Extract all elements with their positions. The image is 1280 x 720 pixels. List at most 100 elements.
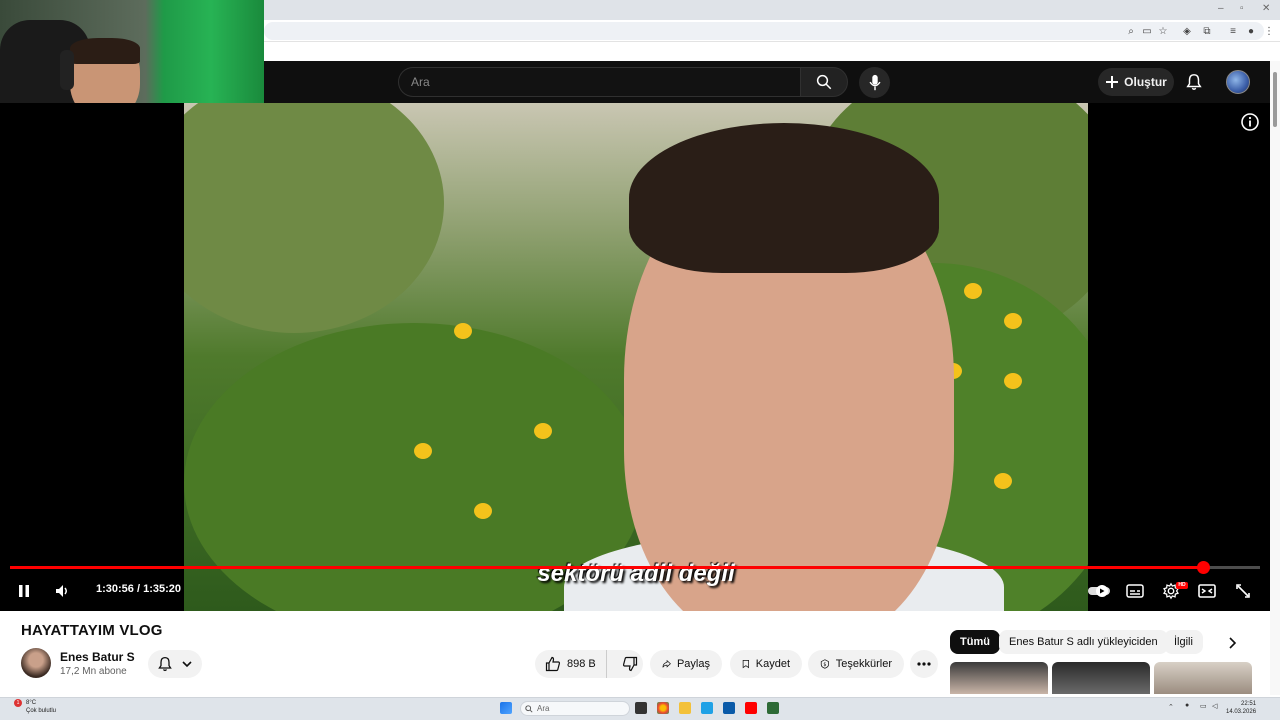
subtitles-button[interactable] <box>1123 580 1147 602</box>
theater-icon <box>1198 584 1216 598</box>
start-button-icon[interactable] <box>500 702 512 714</box>
chip-all[interactable]: Tümü <box>950 630 1000 654</box>
time-display: 1:30:56 / 1:35:20 <box>96 583 181 595</box>
file-explorer-icon[interactable] <box>679 702 691 714</box>
edge-icon[interactable] <box>701 702 713 714</box>
autoplay-toggle-icon <box>1088 585 1110 597</box>
svg-text:$: $ <box>823 662 826 668</box>
progress-played <box>10 566 1203 569</box>
network-icon[interactable]: ▭ <box>1200 702 1207 710</box>
pause-icon <box>19 585 29 597</box>
thumbs-down-icon <box>622 656 637 672</box>
scrollbar-thumb[interactable] <box>1273 72 1277 127</box>
yellow-flower <box>414 443 432 459</box>
system-clock[interactable]: 22:51 14.03.2026 <box>1226 700 1256 716</box>
mute-button[interactable] <box>50 580 74 602</box>
search-box <box>398 67 800 97</box>
more-actions-button[interactable] <box>910 650 938 678</box>
microphone-icon <box>868 74 881 90</box>
thumbs-up-icon <box>545 656 561 672</box>
task-view-icon[interactable] <box>635 702 647 714</box>
dislike-button[interactable] <box>613 650 638 678</box>
fullscreen-button[interactable] <box>1231 580 1255 602</box>
cast-icon[interactable]: ▭ <box>1140 25 1154 39</box>
page-scrollbar[interactable] <box>1270 61 1280 695</box>
share-button[interactable]: Paylaş <box>650 650 722 678</box>
related-video-thumbnail[interactable] <box>1154 662 1252 694</box>
thanks-label: Teşekkürler <box>835 658 892 670</box>
weather-widget[interactable]: 8°C Çok bulutlu <box>4 699 56 715</box>
search-button[interactable] <box>800 67 848 97</box>
yellow-flower <box>994 473 1012 489</box>
chip-related[interactable]: İlgili <box>1164 630 1203 654</box>
theater-mode-button[interactable] <box>1195 580 1219 602</box>
account-avatar[interactable] <box>1226 70 1250 94</box>
chips-next-button[interactable] <box>1222 633 1242 653</box>
taskbar-search[interactable]: Ara <box>520 701 630 716</box>
weather-description: Çok bulutlu <box>26 708 57 714</box>
extension-icon[interactable]: ◈ <box>1180 25 1194 39</box>
search-input[interactable] <box>399 68 800 96</box>
close-window-button[interactable]: ✕ <box>1262 3 1270 14</box>
info-icon[interactable] <box>1240 112 1260 132</box>
chevron-right-icon <box>1229 637 1237 649</box>
hd-badge: HD <box>1176 582 1188 589</box>
taskbar-search-label: Ara <box>537 704 550 713</box>
yellow-flower <box>1004 313 1022 329</box>
minimize-button[interactable]: – <box>1218 3 1224 14</box>
chrome-icon[interactable] <box>657 702 669 714</box>
tray-chevron-icon[interactable]: ⌃ <box>1168 703 1174 711</box>
tree-foliage <box>184 103 444 333</box>
channel-avatar[interactable] <box>21 648 51 678</box>
related-video-thumbnail[interactable] <box>950 662 1048 694</box>
video-title: HAYATTAYIM VLOG <box>21 622 163 639</box>
volume-tray-icon[interactable]: ◁ <box>1212 702 1217 710</box>
zoom-icon[interactable]: ⌕ <box>1124 25 1138 39</box>
profile-icon[interactable]: ● <box>1244 25 1258 39</box>
bookmark-icon <box>742 660 750 669</box>
video-frame[interactable] <box>184 103 1088 611</box>
related-video-thumbnail[interactable] <box>1052 662 1150 694</box>
channel-name[interactable]: Enes Batur S <box>60 650 135 664</box>
headset <box>60 50 74 90</box>
puzzle-extensions-icon[interactable]: ⧉ <box>1200 25 1214 39</box>
captions-icon <box>1126 584 1144 598</box>
yellow-flower <box>534 423 552 439</box>
address-bar[interactable] <box>264 22 1264 40</box>
subscriber-count: 17,2 Mn abone <box>60 666 127 677</box>
pause-button[interactable] <box>12 580 36 602</box>
app-icon[interactable] <box>767 702 779 714</box>
chip-from-uploader[interactable]: Enes Batur S adlı yükleyiciden <box>999 630 1168 654</box>
plus-icon <box>1106 76 1119 88</box>
bookmark-star-icon[interactable]: ☆ <box>1156 25 1170 39</box>
like-button[interactable]: 898 B <box>535 650 607 678</box>
like-dislike-group: 898 B <box>535 650 643 678</box>
clock-date: 14.03.2026 <box>1226 709 1257 715</box>
like-count: 898 B <box>567 658 596 670</box>
create-label: Oluştur <box>1124 75 1167 89</box>
subscription-notifications-button[interactable] <box>148 650 202 678</box>
save-button[interactable]: Kaydet <box>730 650 802 678</box>
bell-icon <box>158 656 172 672</box>
progress-scrubber[interactable] <box>1196 561 1210 574</box>
maximize-button[interactable]: ▫ <box>1240 3 1244 14</box>
create-button[interactable]: Oluştur <box>1098 68 1174 96</box>
fullscreen-icon <box>1236 584 1250 598</box>
weather-temp: 8°C <box>26 700 37 706</box>
store-icon[interactable] <box>723 702 735 714</box>
yellow-flower <box>454 323 472 339</box>
share-label: Paylaş <box>676 658 710 670</box>
thanks-button[interactable]: $ Teşekkürler <box>808 650 904 678</box>
voice-search-button[interactable] <box>859 67 890 98</box>
yellow-flower <box>1004 373 1022 389</box>
caption-text: sektörü adil değil <box>537 560 735 587</box>
bell-icon <box>1186 74 1202 90</box>
search-icon <box>525 704 533 713</box>
microphone-tray-icon[interactable]: ● <box>1185 702 1189 709</box>
notifications-button[interactable] <box>1180 68 1208 96</box>
autoplay-toggle[interactable] <box>1086 580 1112 602</box>
menu-kebab-icon[interactable]: ⋮ <box>1262 25 1276 39</box>
sidebar-icon[interactable]: ≡ <box>1226 25 1240 39</box>
yellow-flower <box>474 503 492 519</box>
youtube-icon[interactable] <box>745 702 757 714</box>
